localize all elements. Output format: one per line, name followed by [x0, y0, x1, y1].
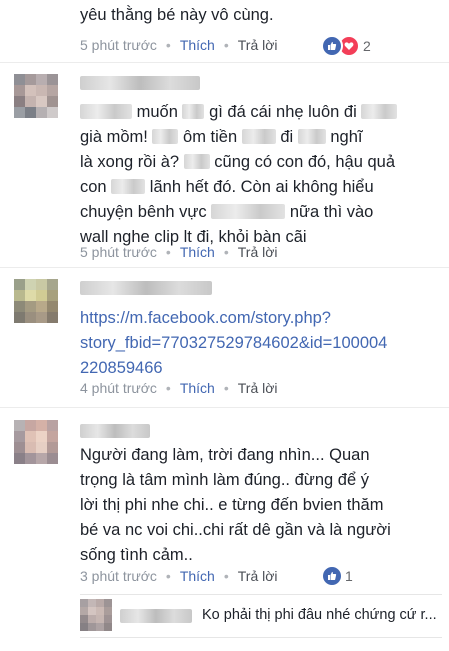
comment-2-text: muốn: [136, 103, 178, 121]
blurred-text: [211, 204, 286, 219]
comment-2-text: lãnh hết đó. Còn ai không hiểu: [149, 178, 374, 196]
avatar[interactable]: [14, 74, 58, 118]
comment-2-text: nghĩ: [330, 128, 363, 146]
blurred-text: [111, 179, 146, 194]
avatar[interactable]: [80, 599, 112, 631]
comment-4-line-4: bé va nc voi chi..chi rất dê gần và là n…: [80, 521, 391, 539]
comment-4-reaction-count: 1: [345, 568, 353, 584]
comment-2-reply-button[interactable]: Trả lời: [238, 244, 278, 260]
comment-4-reply-button[interactable]: Trả lời: [238, 568, 278, 584]
comment-2-line-4: con lãnh hết đó. Còn ai không hiểu: [80, 175, 374, 200]
thumbs-up-icon[interactable]: [321, 35, 343, 57]
reply-preview[interactable]: Ko phải thị phi đâu nhé chứng cứ r...: [80, 594, 442, 638]
comment-1-time: 5 phút trước: [80, 37, 157, 53]
reply-preview-text: Ko phải thị phi đâu nhé chứng cứ r...: [202, 607, 437, 623]
comment-2-text: cũng có con đó, hậu quả: [214, 153, 395, 171]
divider: [0, 407, 449, 408]
comment-3-time: 4 phút trước: [80, 380, 157, 396]
comment-4-time: 3 phút trước: [80, 568, 157, 584]
comment-1: yêu thằng bé này vô cùng. 5 phút trước • T…: [0, 0, 449, 62]
blurred-text: [80, 104, 132, 119]
comment-1-like-button[interactable]: Thích: [180, 37, 215, 53]
blurred-text: [182, 104, 205, 119]
divider: [0, 62, 449, 63]
comment-1-actions: 5 phút trước • Thích • Trả lời: [80, 37, 278, 53]
blurred-author-name[interactable]: [120, 609, 192, 623]
comment-2-line-3: là xong rồi à? cũng có con đó, hậu quả: [80, 150, 395, 175]
comment-4-line-1: Người đang làm, trời đang nhìn... Quan: [80, 446, 370, 464]
comment-2-time: 5 phút trước: [80, 244, 157, 260]
comment-4-like-button[interactable]: Thích: [180, 568, 215, 584]
link-line-2[interactable]: story_fbid=770327529784602&id=100004: [80, 331, 387, 356]
thumbs-up-icon[interactable]: [321, 565, 343, 587]
comment-3-like-button[interactable]: Thích: [180, 380, 215, 396]
comment-2-text: là xong rồi à?: [80, 153, 180, 171]
comment-2-text: con: [80, 178, 107, 196]
comment-2-line-2: già mồm! ôm tiền đi nghĩ: [80, 125, 363, 150]
avatar[interactable]: [14, 279, 58, 323]
comment-2-actions: 5 phút trước • Thích • Trả lời: [80, 244, 278, 260]
comment-4-line-5: sống tình cảm..: [80, 546, 193, 564]
blurred-author-name[interactable]: [80, 424, 150, 438]
blurred-text: [183, 154, 210, 169]
comment-3-actions: 4 phút trước • Thích • Trả lời: [80, 380, 278, 396]
comment-2-like-button[interactable]: Thích: [180, 244, 215, 260]
comment-3-reply-button[interactable]: Trả lời: [238, 380, 278, 396]
comment-4-line-2: trọng là tâm mình làm đúng.. đừng để ý: [80, 471, 369, 489]
link-line-3[interactable]: 220859466: [80, 356, 163, 381]
comment-4-actions: 3 phút trước • Thích • Trả lời: [80, 568, 278, 584]
comment-2-text: già mồm!: [80, 128, 148, 146]
comment-2-text: nữa thì vào: [289, 203, 374, 221]
blurred-author-name[interactable]: [80, 76, 200, 90]
blurred-text: [241, 129, 276, 144]
comment-1-text: yêu thằng bé này vô cùng.: [80, 6, 274, 24]
comment-1-reply-button[interactable]: Trả lời: [238, 37, 278, 53]
blurred-text: [361, 104, 398, 119]
blurred-text: [297, 129, 326, 144]
divider: [0, 267, 449, 268]
avatar[interactable]: [14, 420, 58, 464]
blurred-text: [152, 129, 179, 144]
comment-1-reaction-count: 2: [363, 38, 371, 54]
comment-2-text: gì đá cái nhẹ luôn đi: [209, 103, 357, 121]
comment-2-text: ôm tiền: [183, 128, 238, 146]
comment-2-line-5: chuyện bênh vực nữa thì vào: [80, 200, 373, 225]
blurred-author-name[interactable]: [80, 281, 212, 295]
comment-2-text: đi: [280, 128, 294, 146]
comment-2-text: chuyện bênh vực: [80, 203, 207, 221]
link-line-1[interactable]: https://m.facebook.com/story.php?: [80, 306, 331, 331]
comment-2-line-1: muốn gì đá cái nhẹ luôn đi: [80, 100, 398, 125]
comment-4-line-3: lời thị phi nhe chi.. e từng đến bvien t…: [80, 496, 384, 514]
